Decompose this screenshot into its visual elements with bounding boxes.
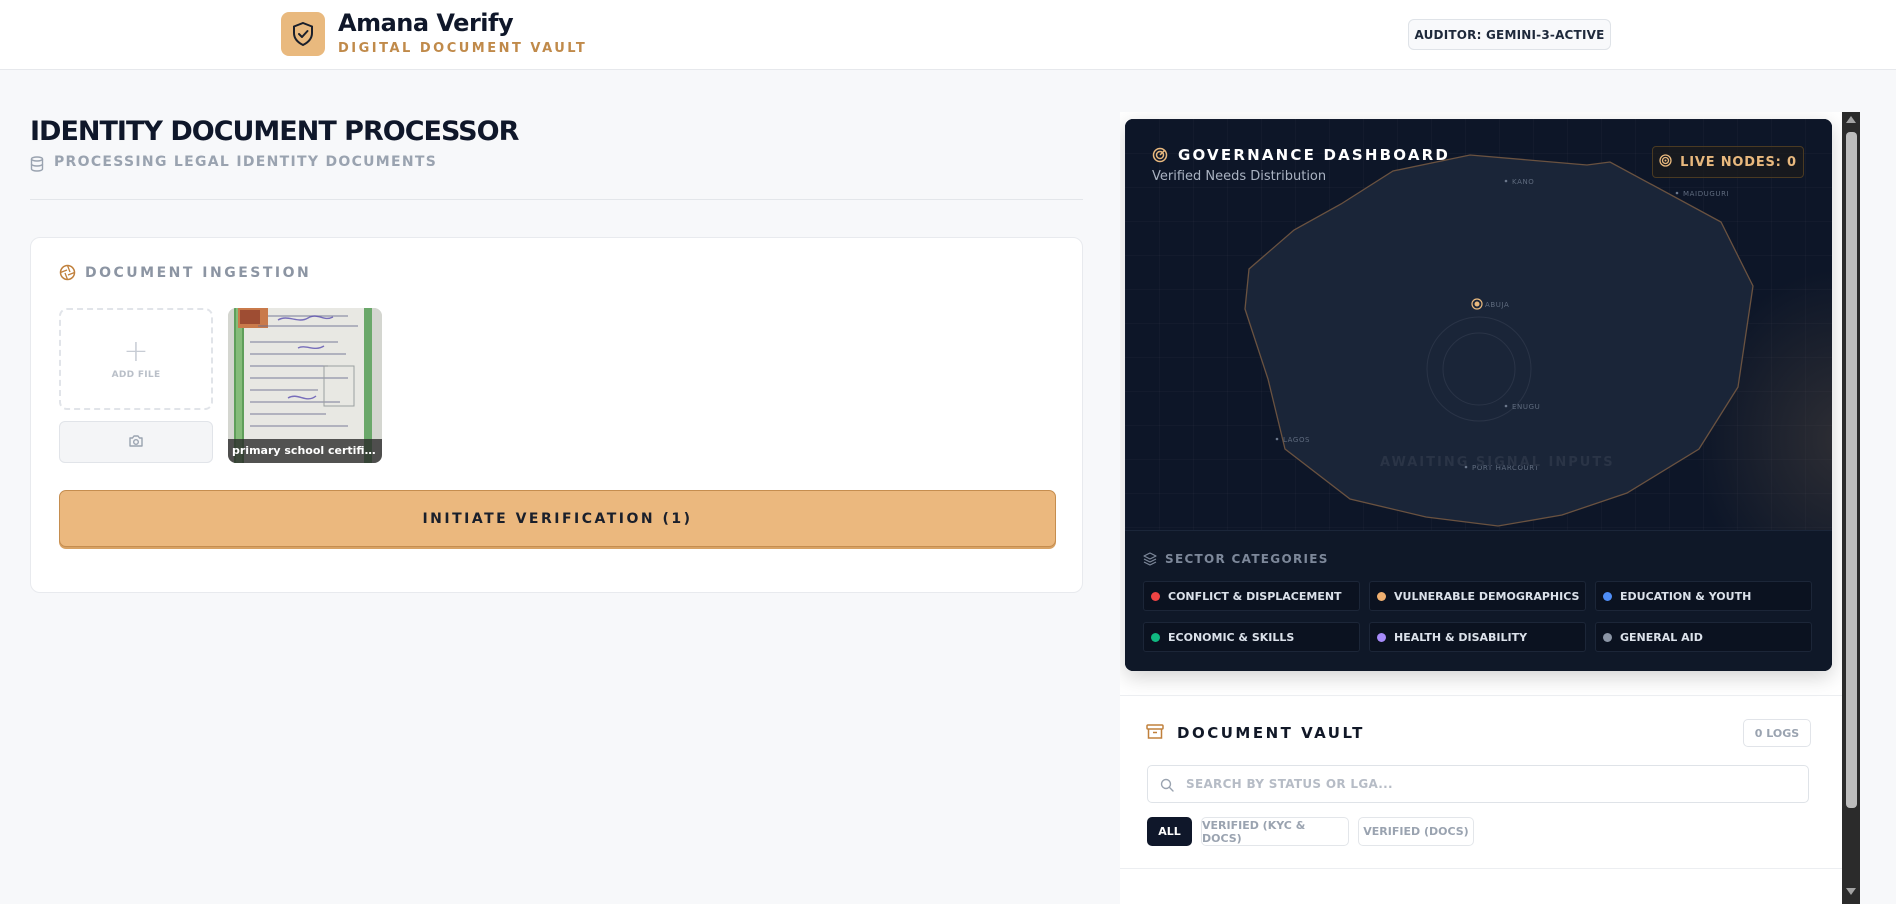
signal-icon xyxy=(1659,153,1672,171)
right-panel: KANO MAIDUGURI ABUJA ENUGU LAGOS PORT HA… xyxy=(1120,112,1842,904)
category-dot xyxy=(1377,591,1386,601)
shield-check-icon xyxy=(281,12,325,56)
divider xyxy=(30,199,1083,200)
dashboard-title: GOVERNANCE DASHBOARD xyxy=(1178,146,1451,164)
page-subtitle: PROCESSING LEGAL IDENTITY DOCUMENTS xyxy=(54,154,438,170)
auditor-badge: AUDITOR: GEMINI-3-ACTIVE xyxy=(1408,19,1611,50)
category-dot xyxy=(1377,632,1386,642)
category-education-youth[interactable]: EDUCATION & YOUTH xyxy=(1595,581,1812,611)
category-dot xyxy=(1151,632,1160,642)
live-nodes-badge: LIVE NODES: 0 xyxy=(1652,146,1804,178)
scroll-up-arrow-icon[interactable] xyxy=(1846,116,1856,123)
city-label-lagos: LAGOS xyxy=(1283,436,1311,444)
app-name: Amana Verify xyxy=(338,9,514,37)
logs-count-badge: 0 LOGS xyxy=(1743,719,1811,747)
governance-dashboard: KANO MAIDUGURI ABUJA ENUGU LAGOS PORT HA… xyxy=(1125,119,1832,671)
layers-icon xyxy=(1143,551,1157,570)
live-nodes-label: LIVE NODES: 0 xyxy=(1680,154,1797,170)
sector-categories: SECTOR CATEGORIES CONFLICT & DISPLACEMEN… xyxy=(1125,530,1832,671)
city-label-maiduguri: MAIDUGURI xyxy=(1683,190,1730,198)
awaiting-signal-text: AWAITING SIGNAL INPUTS xyxy=(1380,455,1615,470)
dashboard-subtitle: Verified Needs Distribution xyxy=(1152,169,1327,184)
ingestion-title: DOCUMENT INGESTION xyxy=(85,265,312,281)
vault-search xyxy=(1147,765,1809,803)
filter-all[interactable]: ALL xyxy=(1147,817,1192,846)
divider xyxy=(1120,868,1842,869)
document-vault-title: DOCUMENT VAULT xyxy=(1177,724,1365,742)
sector-title: SECTOR CATEGORIES xyxy=(1165,552,1329,566)
database-icon xyxy=(30,156,44,176)
filter-verified-docs[interactable]: VERIFIED (DOCS) xyxy=(1358,817,1474,846)
category-label: HEALTH & DISABILITY xyxy=(1394,630,1528,644)
category-dot xyxy=(1603,591,1612,601)
category-label: GENERAL AID xyxy=(1620,630,1703,644)
search-icon xyxy=(1160,777,1174,796)
plus-icon: + xyxy=(123,334,149,369)
search-input[interactable] xyxy=(1186,766,1796,802)
city-label-abuja: ABUJA xyxy=(1485,301,1510,309)
category-conflict-displacement[interactable]: CONFLICT & DISPLACEMENT xyxy=(1143,581,1360,611)
category-label: CONFLICT & DISPLACEMENT xyxy=(1168,589,1342,603)
aperture-icon xyxy=(59,264,76,285)
category-general-aid[interactable]: GENERAL AID xyxy=(1595,622,1812,652)
scroll-thumb[interactable] xyxy=(1846,132,1857,808)
city-label-enugu: ENUGU xyxy=(1512,403,1541,411)
initiate-verification-button[interactable]: INITIATE VERIFICATION (1) xyxy=(59,490,1056,547)
category-economic-skills[interactable]: ECONOMIC & SKILLS xyxy=(1143,622,1360,652)
category-dot xyxy=(1603,632,1612,642)
city-label-kano: KANO xyxy=(1512,178,1535,186)
app-subtitle: DIGITAL DOCUMENT VAULT xyxy=(338,41,588,56)
file-thumbnail[interactable]: primary school certificate.j... xyxy=(228,308,382,463)
camera-icon xyxy=(128,433,144,452)
category-vulnerable-demographics[interactable]: VULNERABLE DEMOGRAPHICS xyxy=(1369,581,1586,611)
nigeria-map: KANO MAIDUGURI ABUJA ENUGU LAGOS PORT HA… xyxy=(1125,119,1832,530)
app-header: Amana Verify DIGITAL DOCUMENT VAULT AUDI… xyxy=(0,0,1896,70)
file-name: primary school certificate.j... xyxy=(228,439,382,463)
add-file-button[interactable]: + ADD FILE xyxy=(59,308,213,410)
divider xyxy=(1120,695,1842,696)
category-health-disability[interactable]: HEALTH & DISABILITY xyxy=(1369,622,1586,652)
filter-verified-kyc-docs[interactable]: VERIFIED (KYC & DOCS) xyxy=(1201,817,1349,846)
archive-icon xyxy=(1146,724,1164,744)
camera-button[interactable] xyxy=(59,421,213,463)
scroll-down-arrow-icon[interactable] xyxy=(1846,888,1856,895)
document-ingestion-card: DOCUMENT INGESTION + ADD FILE primary sc… xyxy=(30,237,1083,593)
add-file-label: ADD FILE xyxy=(111,370,161,380)
radar-icon xyxy=(1152,147,1168,167)
category-label: VULNERABLE DEMOGRAPHICS xyxy=(1394,589,1580,603)
scrollbar[interactable] xyxy=(1842,112,1860,904)
category-label: ECONOMIC & SKILLS xyxy=(1168,630,1295,644)
category-dot xyxy=(1151,591,1160,601)
category-label: EDUCATION & YOUTH xyxy=(1620,589,1752,603)
page-title: IDENTITY DOCUMENT PROCESSOR xyxy=(30,116,519,147)
